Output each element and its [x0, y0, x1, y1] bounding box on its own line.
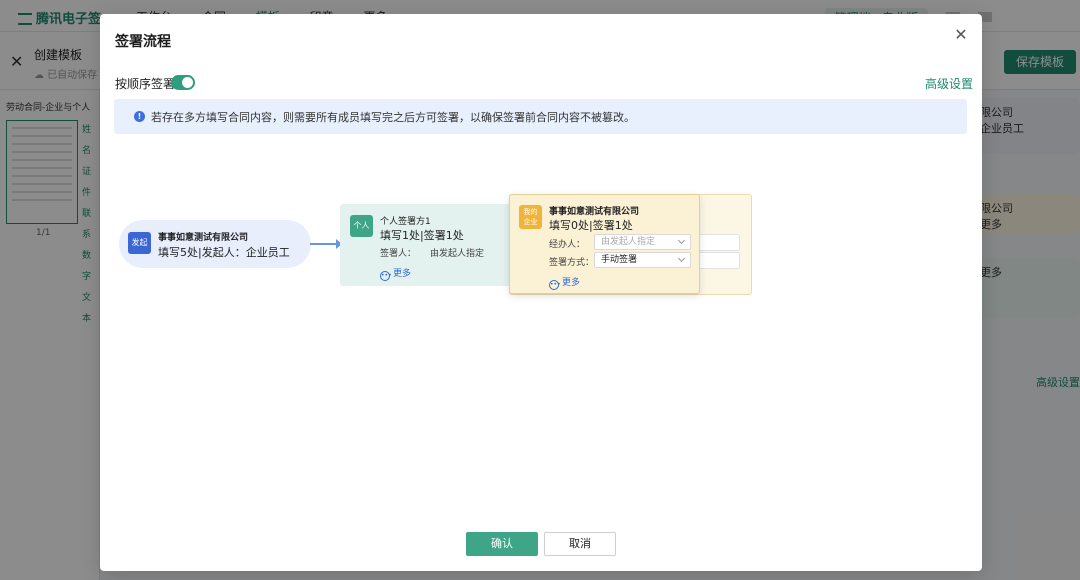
personal-signer-node[interactable]: 个人 个人签署方1 填写1处|签署1处 签署人： 由发起人指定 •••更多	[340, 204, 512, 286]
dialog-title: 签署流程	[115, 34, 171, 50]
sign-method-label: 签署方式：	[549, 258, 595, 268]
enterprise-more-button[interactable]: •••更多	[549, 275, 580, 290]
more-icon: •••	[380, 271, 392, 281]
initiator-node[interactable]: 发起 事事如意测试有限公司 填写5处|发起人：企业员工	[119, 220, 311, 268]
sequential-signing-toggle[interactable]	[171, 75, 195, 90]
notice-text: 若存在多方填写合同内容，则需要所有成员填写完之后方可签署，以确保签署前合同内容不…	[151, 111, 635, 124]
sequential-signing-label: 按顺序签署	[115, 77, 176, 91]
confirm-button[interactable]: 确认	[466, 532, 538, 556]
personal-signer-row: 签署人： 由发起人指定	[380, 246, 484, 259]
personal-more-button[interactable]: •••更多	[380, 266, 411, 281]
enterprise-signer-node[interactable]: 我的 企业 事事如意测试有限公司 填写0处|签署1处 经办人： 由发起人指定 签署…	[509, 194, 700, 294]
info-icon: !	[134, 111, 145, 122]
chevron-down-icon	[677, 254, 686, 263]
personal-badge: 个人	[350, 215, 373, 237]
sign-method-select[interactable]: 手动签署	[594, 252, 691, 268]
initiator-badge: 发起	[128, 232, 151, 254]
enterprise-fill-info: 填写0处|签署1处	[549, 219, 633, 232]
signer-value: 由发起人指定	[430, 249, 485, 259]
initiator-company: 事事如意测试有限公司	[158, 233, 249, 243]
handler-label: 经办人：	[549, 240, 586, 250]
initiator-fill-info: 填写5处|发起人：企业员工	[158, 246, 290, 259]
info-notice: ! 若存在多方填写合同内容，则需要所有成员填写完之后方可签署，以确保签署前合同内…	[114, 99, 967, 134]
enterprise-company: 事事如意测试有限公司	[549, 207, 640, 217]
personal-fill-info: 填写1处|签署1处	[380, 229, 464, 242]
personal-signer-name: 个人签署方1	[380, 217, 431, 227]
advanced-settings-link[interactable]: 高级设置	[925, 75, 973, 92]
flow-arrow-icon	[310, 239, 342, 249]
handler-select[interactable]: 由发起人指定	[594, 234, 691, 250]
close-icon[interactable]: ✕	[952, 26, 970, 44]
toggle-knob	[182, 77, 193, 88]
signing-flow-dialog: 签署流程 ✕ 按顺序签署 高级设置 ! 若存在多方填写合同内容，则需要所有成员填…	[100, 14, 982, 571]
signer-label: 签署人：	[380, 249, 417, 259]
enterprise-badge: 我的 企业	[519, 205, 542, 229]
more-icon: •••	[549, 280, 561, 290]
cancel-button[interactable]: 取消	[544, 532, 616, 556]
chevron-down-icon	[677, 236, 686, 245]
